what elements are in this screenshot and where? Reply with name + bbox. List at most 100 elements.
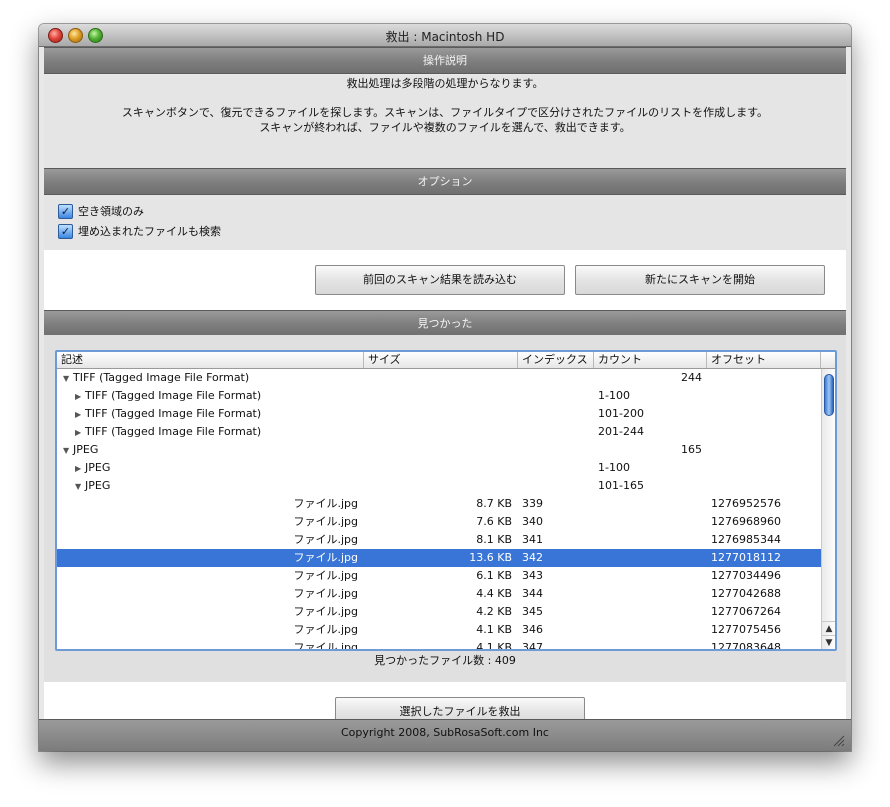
row-size: 4.2 KB [476, 605, 512, 618]
disclosure-closed-icon[interactable]: ▶ [75, 424, 85, 442]
row-offset: 1277083648 [711, 641, 781, 651]
row-description-text: TIFF (Tagged Image File Format) [85, 389, 262, 402]
row-index: 342 [522, 551, 543, 564]
row-size: 4.1 KB [476, 641, 512, 651]
scroll-down-arrow-icon[interactable]: ▼ [822, 635, 835, 649]
table-row[interactable]: ファイル.jpg 8.1 KB 341 1276985344 [57, 531, 821, 549]
row-index: 345 [522, 605, 543, 618]
row-size: 13.6 KB [469, 551, 512, 564]
row-description-text: ファイル.jpg [293, 569, 358, 582]
row-size [364, 423, 512, 441]
disclosure-open-icon[interactable]: ▼ [75, 478, 85, 496]
table-row[interactable]: ファイル.jpg 13.6 KB 342 1277018112 [57, 549, 821, 567]
search-embedded-label: 埋め込まれたファイルも検索 [78, 225, 221, 238]
table-header: 記述 サイズ インデックス カウント オフセット [57, 352, 835, 369]
column-header-offset[interactable]: オフセット [707, 352, 821, 368]
row-index: 343 [522, 569, 543, 582]
free-space-only-checkbox[interactable]: ✓ [58, 203, 73, 219]
row-description-text: ファイル.jpg [293, 533, 358, 546]
window-content: 操作説明 救出処理は多段階の処理からなります。 スキャンボタンで、復元できるファ… [44, 47, 846, 751]
row-description: ファイル.jpg [57, 603, 358, 621]
row-description: ファイル.jpg [57, 513, 358, 531]
row-description: ▼ JPEG [75, 477, 110, 495]
row-index: 340 [522, 515, 543, 528]
row-size: 8.7 KB [476, 497, 512, 510]
disclosure-open-icon[interactable]: ▼ [63, 442, 73, 460]
disclosure-closed-icon[interactable]: ▶ [75, 460, 85, 478]
row-description: ▶ TIFF (Tagged Image File Format) [75, 387, 261, 405]
table-row[interactable]: ▶ JPEG 1-100 [57, 459, 821, 477]
results-table[interactable]: 記述 サイズ インデックス カウント オフセット ▼ TIFF (Tagged I… [55, 350, 837, 651]
row-count: 1-100 [598, 461, 630, 474]
row-offset: 1277018112 [711, 551, 781, 564]
table-row[interactable]: ▶ TIFF (Tagged Image File Format) 1-100 [57, 387, 821, 405]
row-description-text: TIFF (Tagged Image File Format) [85, 425, 262, 438]
table-row[interactable]: ▼ JPEG 165 [57, 441, 821, 459]
row-description: ファイル.jpg [57, 549, 358, 567]
row-description: ▶ TIFF (Tagged Image File Format) [75, 405, 261, 423]
row-description: ファイル.jpg [57, 639, 358, 651]
row-size: 7.6 KB [476, 515, 512, 528]
start-new-scan-button[interactable]: 新たにスキャンを開始 [575, 265, 825, 295]
column-header-index[interactable]: インデックス [518, 352, 594, 368]
row-index: 341 [522, 533, 543, 546]
disclosure-open-icon[interactable]: ▼ [63, 370, 73, 388]
resize-grip-icon[interactable] [831, 733, 845, 747]
row-index: 347 [522, 641, 543, 651]
table-row[interactable]: ▼ TIFF (Tagged Image File Format) 244 [57, 369, 821, 387]
vertical-scrollbar[interactable]: ▲ ▼ [821, 369, 835, 649]
free-space-only-label: 空き領域のみ [78, 205, 144, 218]
row-size: 6.1 KB [476, 569, 512, 582]
table-row[interactable]: ファイル.jpg 8.7 KB 339 1276952576 [57, 495, 821, 513]
table-row[interactable]: ファイル.jpg 6.1 KB 343 1277034496 [57, 567, 821, 585]
row-description-text: ファイル.jpg [293, 551, 358, 564]
row-description-text: TIFF (Tagged Image File Format) [85, 407, 262, 420]
disclosure-closed-icon[interactable]: ▶ [75, 388, 85, 406]
column-header-count[interactable]: カウント [594, 352, 707, 368]
search-embedded-checkbox[interactable]: ✓ [58, 223, 73, 239]
search-embedded-option[interactable]: ✓ 埋め込まれたファイルも検索 [58, 223, 221, 239]
table-row[interactable]: ファイル.jpg 4.4 KB 344 1277042688 [57, 585, 821, 603]
row-description: ファイル.jpg [57, 567, 358, 585]
row-description: ▼ JPEG [63, 441, 98, 459]
row-size: 4.4 KB [476, 587, 512, 600]
row-description-text: ファイル.jpg [293, 623, 358, 636]
row-count: 101-200 [598, 407, 644, 420]
row-count: 244 [681, 371, 702, 384]
free-space-only-option[interactable]: ✓ 空き領域のみ [58, 203, 144, 219]
row-offset: 1277034496 [711, 569, 781, 582]
row-description-text: ファイル.jpg [293, 641, 358, 651]
table-body: ▼ TIFF (Tagged Image File Format) 244 ▶ TIFF… [57, 369, 821, 649]
found-count-value: 409 [494, 654, 516, 667]
instructions-line-1: 救出処理は多段階の処理からなります。 [346, 77, 544, 90]
row-description: ファイル.jpg [57, 531, 358, 549]
scrollbar-thumb[interactable] [824, 374, 834, 416]
table-row[interactable]: ファイル.jpg 4.2 KB 345 1277067264 [57, 603, 821, 621]
row-size [364, 477, 512, 495]
table-row[interactable]: ファイル.jpg 7.6 KB 340 1276968960 [57, 513, 821, 531]
table-row[interactable]: ▶ TIFF (Tagged Image File Format) 101-200 [57, 405, 821, 423]
column-header-size[interactable]: サイズ [364, 352, 518, 368]
table-row[interactable]: ▶ TIFF (Tagged Image File Format) 201-244 [57, 423, 821, 441]
title-bar[interactable]: 救出 : Macintosh HD [39, 24, 851, 47]
scroll-up-arrow-icon[interactable]: ▲ [822, 621, 835, 636]
footer-bar: Copyright 2008, SubRosaSoft.com Inc [39, 719, 851, 751]
row-description-text: TIFF (Tagged Image File Format) [73, 371, 250, 384]
instructions-panel: 救出処理は多段階の処理からなります。 スキャンボタンで、復元できるファイルを探し… [44, 75, 846, 168]
instructions-line-2: スキャンボタンで、復元できるファイルを探します。スキャンは、ファイルタイプで区分… [121, 106, 769, 119]
row-index: 344 [522, 587, 543, 600]
disclosure-closed-icon[interactable]: ▶ [75, 406, 85, 424]
scan-buttons-area: 前回のスキャン結果を読み込む 新たにスキャンを開始 [44, 250, 846, 312]
options-panel: ✓ 空き領域のみ ✓ 埋め込まれたファイルも検索 [44, 195, 846, 250]
row-description: ▶ TIFF (Tagged Image File Format) [75, 423, 261, 441]
row-description-text: ファイル.jpg [293, 515, 358, 528]
column-header-description[interactable]: 記述 [57, 352, 364, 368]
load-previous-scan-button[interactable]: 前回のスキャン結果を読み込む [315, 265, 565, 295]
table-row[interactable]: ▼ JPEG 101-165 [57, 477, 821, 495]
table-row[interactable]: ファイル.jpg 4.1 KB 346 1277075456 [57, 621, 821, 639]
row-size: 4.1 KB [476, 623, 512, 636]
row-index: 339 [522, 497, 543, 510]
row-description: ▼ TIFF (Tagged Image File Format) [63, 369, 249, 387]
table-row[interactable]: ファイル.jpg 4.1 KB 347 1277083648 [57, 639, 821, 651]
found-panel: 記述 サイズ インデックス カウント オフセット ▼ TIFF (Tagged I… [44, 335, 846, 682]
